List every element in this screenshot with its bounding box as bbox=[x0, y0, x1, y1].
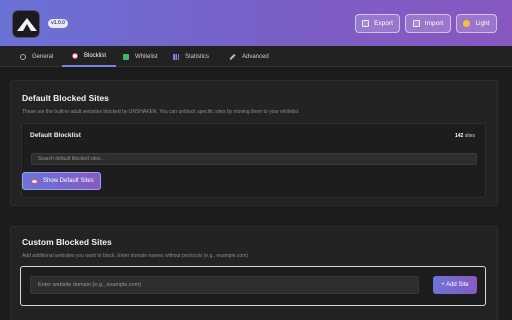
app-logo bbox=[12, 10, 40, 38]
tab-blocklist[interactable]: Blocklist bbox=[62, 46, 117, 67]
import-button[interactable]: Import bbox=[405, 14, 451, 33]
export-icon bbox=[362, 20, 370, 27]
gear-icon bbox=[20, 53, 26, 60]
show-button-label: Show Default Sites bbox=[43, 178, 94, 184]
domain-input[interactable] bbox=[30, 276, 419, 294]
section-description: These are the built-in adult websites bl… bbox=[22, 109, 300, 115]
tab-whitelist[interactable]: Whitelist bbox=[123, 46, 158, 67]
add-site-form: + Add Site bbox=[20, 266, 486, 306]
section-description: Add additional websites you want to bloc… bbox=[22, 253, 248, 259]
section-title: Custom Blocked Sites bbox=[22, 237, 112, 247]
check-icon bbox=[123, 53, 129, 60]
chart-icon bbox=[173, 53, 179, 60]
site-count-unit: sites bbox=[464, 133, 475, 139]
import-label: Import bbox=[424, 20, 444, 27]
app-header: v1.0.0 Export Import Light bbox=[0, 0, 512, 46]
show-default-sites-button[interactable]: Show Default Sites bbox=[22, 172, 101, 190]
eye-icon bbox=[31, 178, 38, 184]
tab-label: Blocklist bbox=[84, 52, 107, 59]
tab-label: Whitelist bbox=[135, 53, 158, 60]
version-badge: v1.0.0 bbox=[48, 19, 68, 28]
tab-general[interactable]: General bbox=[20, 46, 53, 67]
tab-label: Advanced bbox=[242, 53, 269, 60]
tab-bar: General Blocklist Whitelist Statistics A… bbox=[0, 46, 512, 67]
section-title: Default Blocked Sites bbox=[22, 93, 109, 103]
add-site-label: + Add Site bbox=[441, 282, 469, 288]
import-icon bbox=[412, 20, 420, 27]
export-label: Export bbox=[374, 20, 393, 27]
mountain-logo-icon bbox=[17, 18, 37, 31]
tab-advanced[interactable]: Advanced bbox=[229, 46, 269, 67]
site-count: 142 sites bbox=[455, 133, 475, 139]
add-site-button[interactable]: + Add Site bbox=[433, 276, 477, 294]
theme-toggle-button[interactable]: Light bbox=[456, 14, 497, 33]
blocklist-title: Default Blocklist bbox=[30, 132, 81, 139]
tab-label: General bbox=[32, 53, 54, 60]
tab-statistics[interactable]: Statistics bbox=[173, 46, 209, 67]
site-count-number: 142 bbox=[454, 133, 464, 139]
default-blocklist-panel: Default Blocklist 142 sites Show Default… bbox=[21, 123, 486, 198]
block-icon bbox=[72, 52, 78, 59]
theme-label: Light bbox=[475, 20, 490, 27]
search-default-sites-input[interactable] bbox=[31, 153, 477, 165]
sun-icon bbox=[463, 20, 471, 27]
export-button[interactable]: Export bbox=[355, 14, 400, 33]
wrench-icon bbox=[229, 53, 236, 60]
tab-label: Statistics bbox=[185, 53, 210, 60]
